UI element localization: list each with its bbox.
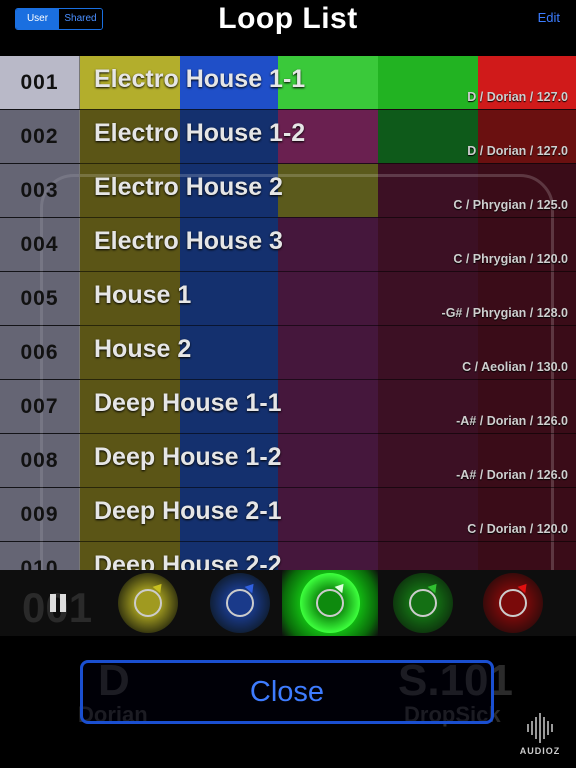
loop-row[interactable]: 007 Deep House 1-1 -A# / Dorian / 126.0: [0, 380, 576, 434]
loop-number: 006: [0, 326, 80, 379]
loop-number: 003: [0, 164, 80, 217]
knob-cap: [134, 589, 162, 617]
knob-blue[interactable]: [210, 573, 270, 633]
loop-key-scale-tempo: -A# / Dorian / 126.0: [456, 468, 568, 482]
knob-cap: [499, 589, 527, 617]
loop-row[interactable]: 003 Electro House 2 C / Phrygian / 125.0: [0, 164, 576, 218]
knob-cap: [226, 589, 254, 617]
loop-number: 009: [0, 488, 80, 541]
loop-name: Electro House 3: [94, 227, 283, 255]
loop-number: 002: [0, 110, 80, 163]
loop-name: Deep House 1-2: [94, 443, 282, 471]
loop-number: 007: [0, 380, 80, 433]
bottom-panel: D Dorian S.101 DropSick Close AUDIOZ: [0, 636, 576, 768]
loop-name: House 1: [94, 281, 192, 309]
knob-red[interactable]: [483, 573, 543, 633]
knob-cap: [409, 589, 437, 617]
loop-name: Deep House 1-1: [94, 389, 282, 417]
loop-name: Electro House 1-2: [94, 119, 306, 147]
knob-green-active[interactable]: [300, 573, 360, 633]
loop-row[interactable]: 004 Electro House 3 C / Phrygian / 120.0: [0, 218, 576, 272]
loop-number: 001: [0, 56, 80, 109]
loop-row[interactable]: 001 Electro House 1-1 D / Dorian / 127.0: [0, 56, 576, 110]
track-strip: 001: [0, 570, 576, 636]
knob-yellow[interactable]: [118, 573, 178, 633]
loop-name: House 2: [94, 335, 192, 363]
loop-row[interactable]: 009 Deep House 2-1 C / Dorian / 120.0: [0, 488, 576, 542]
loop-row[interactable]: 008 Deep House 1-2 -A# / Dorian / 126.0: [0, 434, 576, 488]
watermark-text: AUDIOZ: [519, 746, 561, 756]
loop-key-scale-tempo: -A# / Dorian / 126.0: [456, 414, 568, 428]
loop-key-scale-tempo: -G# / Phrygian / 128.0: [441, 306, 568, 320]
waveform-icon: [512, 708, 568, 748]
loop-row[interactable]: 006 House 2 C / Aeolian / 130.0: [0, 326, 576, 380]
loop-number: 005: [0, 272, 80, 325]
loop-row[interactable]: 010 Deep House 2-2: [0, 542, 576, 570]
loop-name: Deep House 2-2: [94, 551, 282, 570]
loop-list[interactable]: 001 Electro House 1-1 D / Dorian / 127.0 00…: [0, 56, 576, 570]
loop-name: Electro House 1-1: [94, 65, 306, 93]
audioz-logo: AUDIOZ: [512, 708, 568, 764]
loop-key-scale-tempo: C / Aeolian / 130.0: [462, 360, 568, 374]
loop-number: 004: [0, 218, 80, 271]
loop-number: 010: [0, 542, 80, 570]
loop-key-scale-tempo: C / Dorian / 120.0: [467, 522, 568, 536]
loop-name: Electro House 2: [94, 173, 283, 201]
loop-key-scale-tempo: D / Dorian / 127.0: [467, 90, 568, 104]
knob-green[interactable]: [393, 573, 453, 633]
loop-key-scale-tempo: C / Phrygian / 120.0: [453, 252, 568, 266]
pause-icon[interactable]: [50, 594, 68, 612]
loop-number: 008: [0, 434, 80, 487]
knob-cap: [316, 589, 344, 617]
loop-name: Deep House 2-1: [94, 497, 282, 525]
edit-button[interactable]: Edit: [538, 10, 560, 25]
loop-row[interactable]: 002 Electro House 1-2 D / Dorian / 127.0: [0, 110, 576, 164]
loop-row[interactable]: 005 House 1 -G# / Phrygian / 128.0: [0, 272, 576, 326]
loop-key-scale-tempo: C / Phrygian / 125.0: [453, 198, 568, 212]
close-button[interactable]: Close: [80, 660, 494, 724]
header-bar: User Shared Loop List Edit: [0, 0, 576, 46]
loop-key-scale-tempo: D / Dorian / 127.0: [467, 144, 568, 158]
page-title: Loop List: [218, 2, 358, 35]
